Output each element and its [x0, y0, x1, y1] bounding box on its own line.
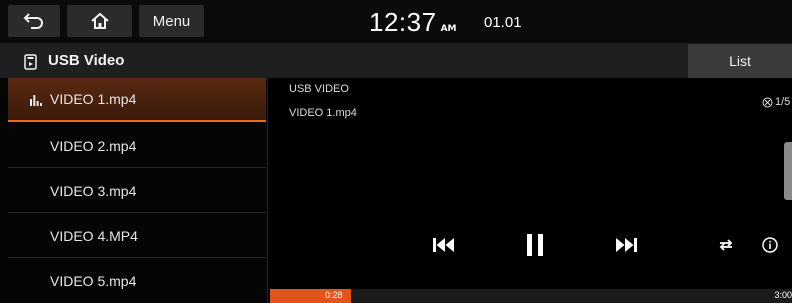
now-playing-icon — [30, 95, 42, 106]
home-icon — [90, 12, 109, 29]
repeat-icon — [719, 239, 733, 251]
previous-button[interactable] — [426, 232, 462, 258]
home-button[interactable] — [67, 5, 132, 37]
progress-bar[interactable]: 0:28 3:00 — [270, 289, 792, 303]
video-player[interactable]: USB VIDEO VIDEO 1.mp4 1/5 — [270, 78, 792, 288]
disc-icon — [762, 97, 773, 107]
back-arrow-icon — [23, 13, 43, 29]
menu-button[interactable]: Menu — [139, 5, 204, 37]
list-item-video-2[interactable]: VIDEO 2.mp4 — [8, 124, 266, 168]
list-item-label: VIDEO 2.mp4 — [50, 137, 137, 154]
pause-icon — [527, 234, 543, 256]
track-counter: 1/5 — [762, 96, 790, 108]
list-item-label: VIDEO 5.mp4 — [50, 273, 137, 289]
usb-icon — [24, 54, 37, 70]
clock-time: 12:37 — [369, 7, 437, 37]
now-playing-filename: VIDEO 1.mp4 — [289, 107, 357, 119]
date-display: 01.01 — [484, 14, 522, 31]
info-button[interactable] — [756, 232, 784, 258]
track-counter-text: 1/5 — [775, 96, 791, 108]
list-item-video-5[interactable]: VIDEO 5.mp4 — [8, 259, 266, 303]
info-icon — [762, 237, 778, 253]
total-time: 3:00 — [774, 290, 792, 300]
clock: 12:37 AM — [369, 7, 457, 38]
page-title: USB Video — [48, 52, 125, 69]
status-bar: Menu 12:37 AM 01.01 — [0, 0, 792, 44]
current-time: 0:28 — [325, 290, 343, 300]
file-list: VIDEO 1.mp4 VIDEO 2.mp4 VIDEO 3.mp4 VIDE… — [0, 78, 268, 303]
back-button[interactable] — [8, 5, 60, 37]
title-bar: USB Video — [0, 44, 792, 78]
list-item-label: VIDEO 3.mp4 — [50, 182, 137, 199]
source-label: USB VIDEO — [289, 83, 349, 95]
next-icon — [616, 238, 637, 252]
repeat-button[interactable] — [712, 232, 740, 258]
list-button[interactable]: List — [688, 44, 792, 78]
side-panel-handle[interactable] — [784, 142, 792, 200]
list-item-label: VIDEO 4.MP4 — [50, 227, 138, 244]
next-button[interactable] — [608, 232, 644, 258]
list-item-video-4[interactable]: VIDEO 4.MP4 — [8, 214, 266, 258]
pause-button[interactable] — [520, 232, 550, 258]
list-item-label: VIDEO 1.mp4 — [50, 91, 137, 107]
previous-icon — [433, 238, 454, 252]
list-item-video-3[interactable]: VIDEO 3.mp4 — [8, 169, 266, 213]
clock-ampm: AM — [440, 24, 457, 34]
list-item-video-1[interactable]: VIDEO 1.mp4 — [8, 78, 266, 122]
